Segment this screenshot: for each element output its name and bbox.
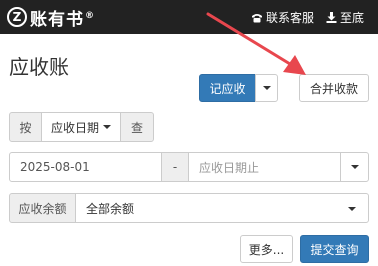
caret-down-icon xyxy=(348,207,356,211)
balance-label: 应收余额 xyxy=(9,193,76,223)
balance-select[interactable]: 全部余额 xyxy=(75,193,369,223)
scroll-bottom-label: 至底 xyxy=(340,10,365,25)
contact-service-label: 联系客服 xyxy=(266,10,315,25)
page-title: 应收账 xyxy=(9,55,69,79)
phone-icon xyxy=(252,13,262,22)
date-type-value: 应收日期 xyxy=(50,120,99,135)
date-type-dropdown[interactable]: 应收日期 xyxy=(41,112,121,142)
more-options-button[interactable]: 更多... xyxy=(240,235,293,263)
logo-mark-icon: Z xyxy=(7,7,27,27)
arrow-head xyxy=(283,55,306,75)
date-range-dropdown[interactable] xyxy=(340,152,369,182)
caret-down-icon xyxy=(103,125,111,129)
download-icon xyxy=(326,11,337,23)
caret-down-icon xyxy=(350,165,359,169)
registered-mark: ® xyxy=(85,10,95,21)
record-receivable-button[interactable]: 记应收 xyxy=(199,74,256,102)
app-logo[interactable]: Z 账有书® xyxy=(7,5,95,30)
caret-down-icon xyxy=(262,86,271,90)
date-start-input[interactable]: 2025-08-01 xyxy=(9,152,162,182)
submit-query-button[interactable]: 提交查询 xyxy=(300,235,369,263)
filter-check-label: 查 xyxy=(120,112,154,142)
scroll-bottom-link[interactable]: 至底 xyxy=(326,9,364,25)
date-end-input[interactable]: 应收日期止 xyxy=(188,152,341,182)
record-receivable-dropdown[interactable] xyxy=(255,74,278,102)
merge-payment-button[interactable]: 合并收款 xyxy=(299,74,369,102)
logo-text: 账有书® xyxy=(30,5,95,30)
contact-service-link[interactable]: 联系客服 xyxy=(251,9,314,25)
top-navbar: Z 账有书® 联系客服 至底 xyxy=(0,0,378,34)
filter-by-label: 按 xyxy=(9,112,42,142)
balance-value: 全部余额 xyxy=(86,201,135,216)
date-range-separator: - xyxy=(161,152,189,182)
logo-name: 账有书 xyxy=(30,9,84,30)
